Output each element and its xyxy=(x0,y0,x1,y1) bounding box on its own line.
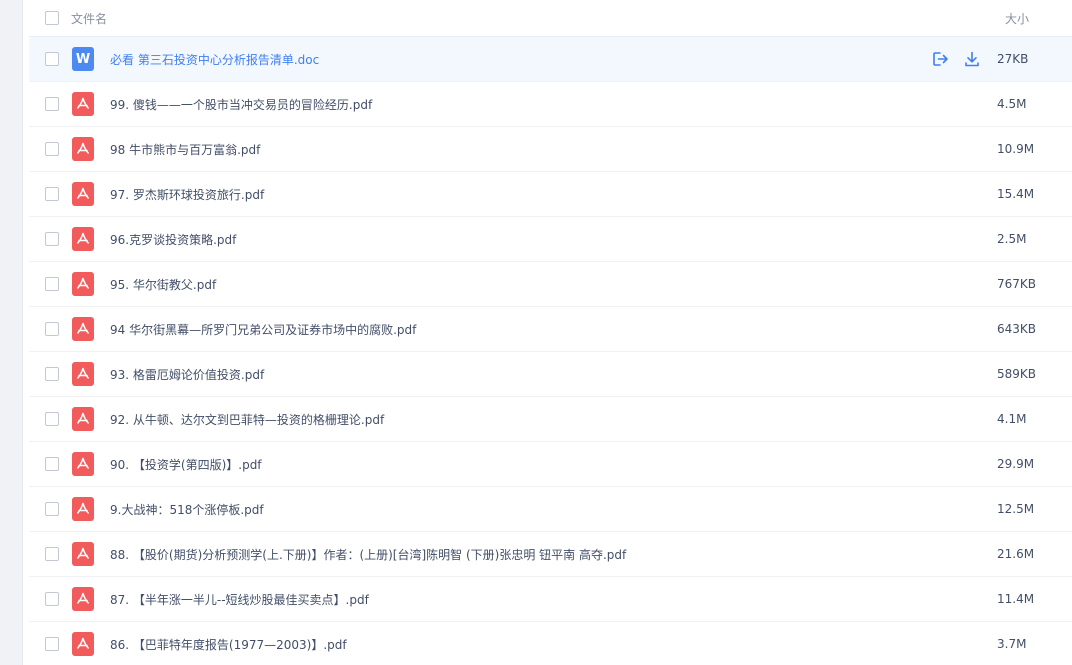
file-size: 3.7M xyxy=(997,637,1027,651)
file-row[interactable]: 95. 华尔街教父.pdf 767KB xyxy=(29,262,1072,307)
file-row[interactable]: 87. 【半年涨一半儿--短线炒股最佳买卖点】.pdf 11.4M xyxy=(29,577,1072,622)
file-size: 10.9M xyxy=(997,142,1035,156)
file-row[interactable]: 88. 【股价(期货)分析预测学(上.下册)】作者：(上册)[台湾]陈明智 (下… xyxy=(29,532,1072,577)
file-row[interactable]: 9.大战神：518个涨停板.pdf 12.5M xyxy=(29,487,1072,532)
file-size: 15.4M xyxy=(997,187,1035,201)
word-file-icon: W xyxy=(72,47,94,71)
file-select-checkbox[interactable] xyxy=(45,502,59,516)
word-icon-letter: W xyxy=(75,51,91,67)
file-size: 767KB xyxy=(997,277,1037,291)
file-name[interactable]: 96.克罗谈投资策略.pdf xyxy=(110,231,236,248)
file-name[interactable]: 90. 【投资学(第四版)】.pdf xyxy=(110,456,262,473)
file-size: 2.5M xyxy=(997,232,1027,246)
file-size: 12.5M xyxy=(997,502,1035,516)
file-size: 11.4M xyxy=(997,592,1035,606)
file-select-checkbox[interactable] xyxy=(45,592,59,606)
pdf-file-icon xyxy=(72,407,94,431)
file-size: 29.9M xyxy=(997,457,1035,471)
pdf-file-icon xyxy=(72,227,94,251)
file-rows: W 必看 第三石投资中心分析报告清单.doc 27KB 99. 傻钱——一个股市当冲交… xyxy=(29,36,1072,665)
file-size: 27KB xyxy=(997,52,1029,66)
left-panel-edge xyxy=(0,0,23,665)
file-size: 589KB xyxy=(997,367,1037,381)
file-select-checkbox[interactable] xyxy=(45,277,59,291)
file-row[interactable]: 90. 【投资学(第四版)】.pdf 29.9M xyxy=(29,442,1072,487)
download-icon[interactable] xyxy=(963,50,981,68)
pdf-file-icon xyxy=(72,542,94,566)
file-name[interactable]: 92. 从牛顿、达尔文到巴菲特—投资的格栅理论.pdf xyxy=(110,411,384,428)
pdf-file-icon xyxy=(72,137,94,161)
column-header-name[interactable]: 文件名 xyxy=(71,10,107,27)
file-list: 文件名 大小 W 必看 第三石投资中心分析报告清单.doc 27KB 99. 傻钱——… xyxy=(29,0,1072,665)
file-row[interactable]: 94 华尔街黑幕—所罗门兄弟公司及证券市场中的腐败.pdf 643KB xyxy=(29,307,1072,352)
pdf-file-icon xyxy=(72,497,94,521)
file-select-checkbox[interactable] xyxy=(45,637,59,651)
file-row[interactable]: 96.克罗谈投资策略.pdf 2.5M xyxy=(29,217,1072,262)
file-select-checkbox[interactable] xyxy=(45,457,59,471)
file-row[interactable]: 86. 【巴菲特年度报告(1977—2003)】.pdf 3.7M xyxy=(29,622,1072,665)
column-header-size[interactable]: 大小 xyxy=(1005,10,1029,27)
pdf-file-icon xyxy=(72,452,94,476)
file-name[interactable]: 97. 罗杰斯环球投资旅行.pdf xyxy=(110,186,264,203)
file-row[interactable]: W 必看 第三石投资中心分析报告清单.doc 27KB xyxy=(29,36,1072,82)
file-name[interactable]: 9.大战神：518个涨停板.pdf xyxy=(110,501,264,518)
file-name[interactable]: 88. 【股价(期货)分析预测学(上.下册)】作者：(上册)[台湾]陈明智 (下… xyxy=(110,546,626,563)
file-select-checkbox[interactable] xyxy=(45,52,59,66)
file-size: 4.1M xyxy=(997,412,1027,426)
file-select-checkbox[interactable] xyxy=(45,187,59,201)
share-icon[interactable] xyxy=(931,50,949,68)
file-select-checkbox[interactable] xyxy=(45,322,59,336)
file-row[interactable]: 93. 格雷厄姆论价值投资.pdf 589KB xyxy=(29,352,1072,397)
file-browser: 文件名 大小 W 必看 第三石投资中心分析报告清单.doc 27KB 99. 傻钱——… xyxy=(0,0,1072,665)
file-name[interactable]: 95. 华尔街教父.pdf xyxy=(110,276,216,293)
file-select-checkbox[interactable] xyxy=(45,232,59,246)
file-name[interactable]: 98 牛市熊市与百万富翁.pdf xyxy=(110,141,260,158)
file-row[interactable]: 97. 罗杰斯环球投资旅行.pdf 15.4M xyxy=(29,172,1072,217)
file-size: 643KB xyxy=(997,322,1037,336)
pdf-file-icon xyxy=(72,92,94,116)
file-row[interactable]: 98 牛市熊市与百万富翁.pdf 10.9M xyxy=(29,127,1072,172)
pdf-file-icon xyxy=(72,362,94,386)
file-name[interactable]: 94 华尔街黑幕—所罗门兄弟公司及证券市场中的腐败.pdf xyxy=(110,321,416,338)
pdf-file-icon xyxy=(72,272,94,296)
file-row[interactable]: 99. 傻钱——一个股市当冲交易员的冒险经历.pdf 4.5M xyxy=(29,82,1072,127)
file-size: 4.5M xyxy=(997,97,1027,111)
file-list-header: 文件名 大小 xyxy=(29,0,1072,36)
row-actions xyxy=(931,50,981,68)
file-select-checkbox[interactable] xyxy=(45,412,59,426)
pdf-file-icon xyxy=(72,587,94,611)
file-select-checkbox[interactable] xyxy=(45,142,59,156)
pdf-file-icon xyxy=(72,632,94,656)
file-row[interactable]: 92. 从牛顿、达尔文到巴菲特—投资的格栅理论.pdf 4.1M xyxy=(29,397,1072,442)
file-select-checkbox[interactable] xyxy=(45,97,59,111)
file-name[interactable]: 93. 格雷厄姆论价值投资.pdf xyxy=(110,366,264,383)
file-name[interactable]: 必看 第三石投资中心分析报告清单.doc xyxy=(110,51,319,68)
file-select-checkbox[interactable] xyxy=(45,547,59,561)
file-size: 21.6M xyxy=(997,547,1035,561)
pdf-file-icon xyxy=(72,317,94,341)
file-name[interactable]: 87. 【半年涨一半儿--短线炒股最佳买卖点】.pdf xyxy=(110,591,369,608)
file-name[interactable]: 99. 傻钱——一个股市当冲交易员的冒险经历.pdf xyxy=(110,96,372,113)
file-name[interactable]: 86. 【巴菲特年度报告(1977—2003)】.pdf xyxy=(110,636,347,653)
pdf-file-icon xyxy=(72,182,94,206)
file-select-checkbox[interactable] xyxy=(45,367,59,381)
select-all-checkbox[interactable] xyxy=(45,11,59,25)
